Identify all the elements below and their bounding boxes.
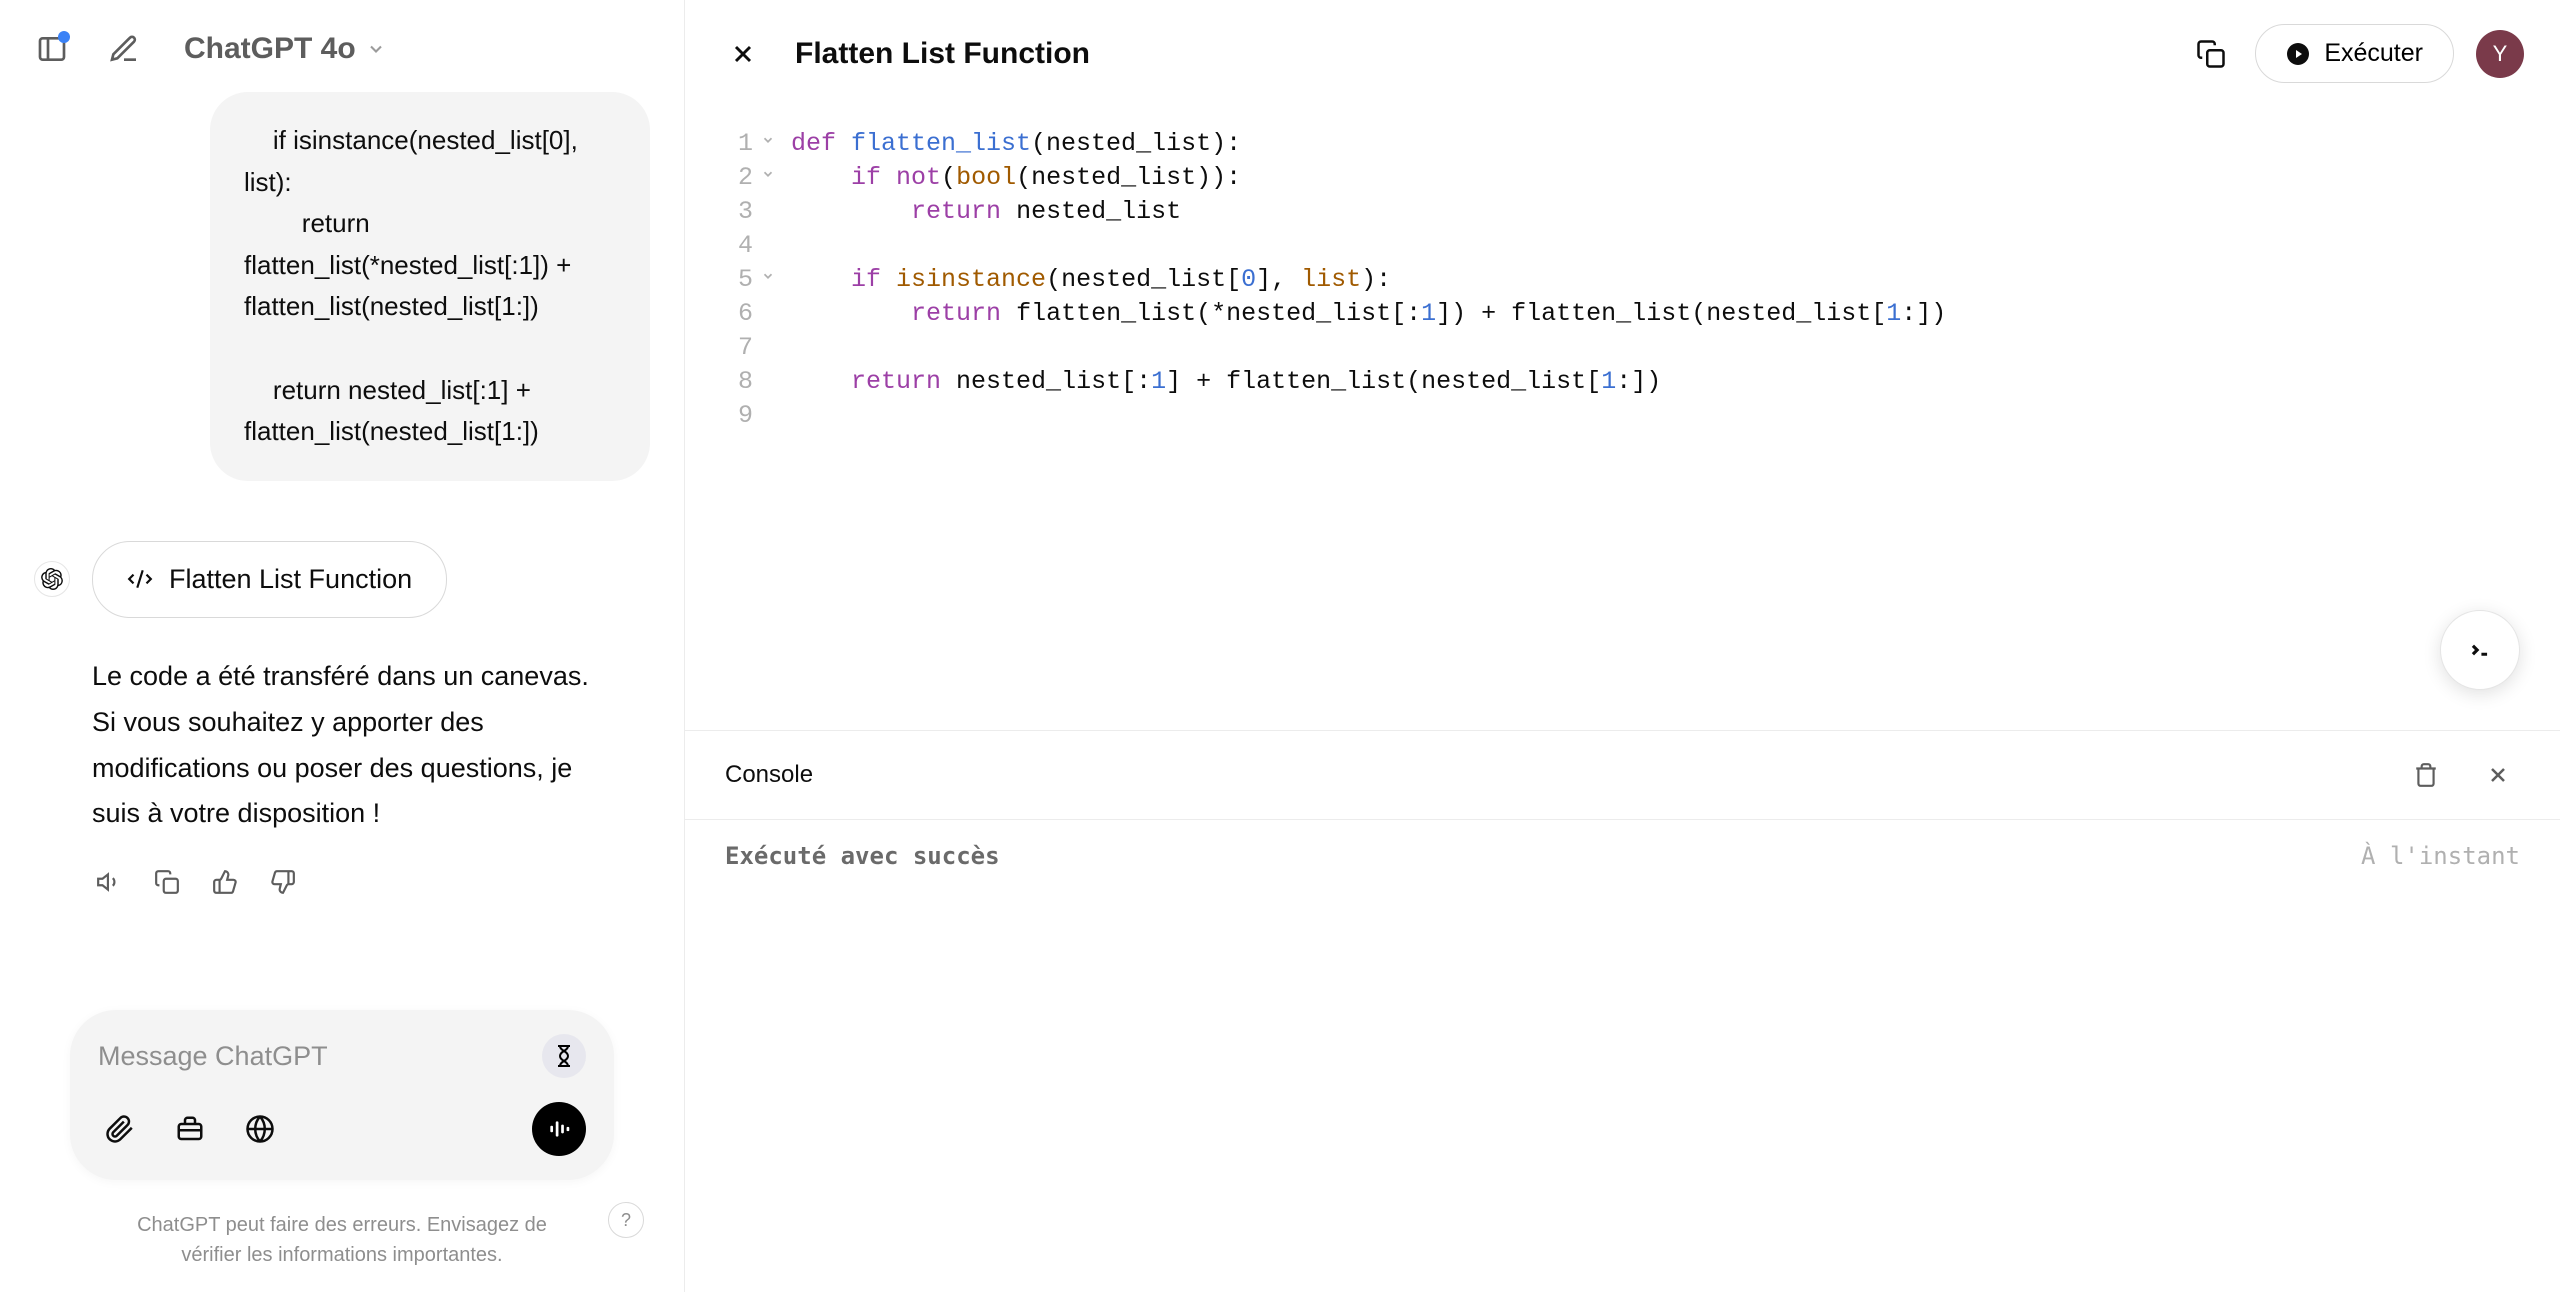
thumbs-up-button[interactable] (208, 865, 242, 899)
console-time: À l'instant (2361, 842, 2520, 870)
run-button[interactable]: Exécuter (2255, 24, 2454, 83)
thumbs-down-button[interactable] (266, 865, 300, 899)
run-label: Exécuter (2324, 39, 2423, 68)
toggle-sidebar-button[interactable] (30, 27, 74, 71)
terminal-icon (2463, 633, 2497, 667)
assistant-text: Le code a été transféré dans un canevas.… (92, 654, 612, 838)
paperclip-icon (105, 1114, 135, 1144)
canvas-chip-label: Flatten List Function (169, 564, 412, 595)
close-canvas-button[interactable] (721, 32, 765, 76)
close-icon (2486, 763, 2510, 787)
attach-button[interactable] (98, 1107, 142, 1151)
user-avatar[interactable]: Y (2476, 30, 2524, 78)
thumbs-down-icon (270, 869, 296, 895)
canvas-title: Flatten List Function (795, 37, 2159, 71)
copy-button[interactable] (150, 865, 184, 899)
canvas-fab[interactable] (2440, 610, 2520, 690)
message-input[interactable] (98, 1041, 542, 1072)
help-button[interactable]: ? (608, 1202, 644, 1238)
stop-button[interactable] (542, 1034, 586, 1078)
copy-icon (154, 869, 180, 895)
speaker-icon (96, 869, 122, 895)
clear-console-button[interactable] (2404, 753, 2448, 797)
new-chat-button[interactable] (102, 27, 146, 71)
canvas-header: Flatten List Function Exécuter Y (685, 0, 2560, 107)
copy-code-button[interactable] (2189, 32, 2233, 76)
user-message: if isinstance(nested_list[0], list): ret… (210, 92, 650, 481)
globe-icon (245, 1114, 275, 1144)
model-name: ChatGPT 4o (184, 32, 356, 66)
console-output (685, 892, 2560, 1292)
web-button[interactable] (238, 1107, 282, 1151)
console-panel: Console Exécuté avec succès À l'instant (685, 730, 2560, 1292)
voice-button[interactable] (532, 1102, 586, 1156)
hourglass-icon (552, 1044, 576, 1068)
composer-area (0, 1010, 684, 1196)
toolbox-icon (175, 1114, 205, 1144)
model-selector[interactable]: ChatGPT 4o (174, 26, 396, 72)
chat-sidebar: ChatGPT 4o if isinstance(nested_list[0],… (0, 0, 684, 1292)
trash-icon (2413, 762, 2439, 788)
chevron-down-icon (366, 39, 386, 59)
code-icon (127, 566, 153, 592)
canvas-chip[interactable]: Flatten List Function (92, 541, 447, 618)
console-status: Exécuté avec succès (725, 842, 1000, 870)
tools-button[interactable] (168, 1107, 212, 1151)
canvas-panel: Flatten List Function Exécuter Y 1234567… (684, 0, 2560, 1292)
openai-icon (41, 568, 63, 590)
close-console-button[interactable] (2476, 753, 2520, 797)
console-header: Console (685, 731, 2560, 819)
code-editor[interactable]: 123456789 def flatten_list(nested_list):… (685, 107, 2560, 730)
console-label: Console (725, 761, 813, 789)
assistant-message: Flatten List Function Le code a été tran… (34, 541, 650, 900)
line-gutter: 123456789 (685, 127, 761, 730)
assistant-avatar (34, 561, 70, 597)
assistant-content: Flatten List Function Le code a été tran… (92, 541, 650, 900)
waveform-icon (546, 1116, 572, 1142)
code-content[interactable]: def flatten_list(nested_list): if not(bo… (761, 127, 2560, 730)
thumbs-up-icon (212, 869, 238, 895)
close-icon (729, 40, 757, 68)
edit-icon (108, 33, 140, 65)
notification-dot-icon (58, 31, 70, 43)
play-icon (2286, 42, 2310, 66)
sidebar-header: ChatGPT 4o (0, 0, 684, 92)
chat-body: if isinstance(nested_list[0], list): ret… (0, 92, 684, 1010)
message-actions (92, 865, 650, 899)
footer-note: ChatGPT peut faire des erreurs. Envisage… (0, 1196, 684, 1292)
copy-icon (2196, 39, 2226, 69)
read-aloud-button[interactable] (92, 865, 126, 899)
console-body: Exécuté avec succès À l'instant (685, 819, 2560, 892)
composer (70, 1010, 614, 1180)
